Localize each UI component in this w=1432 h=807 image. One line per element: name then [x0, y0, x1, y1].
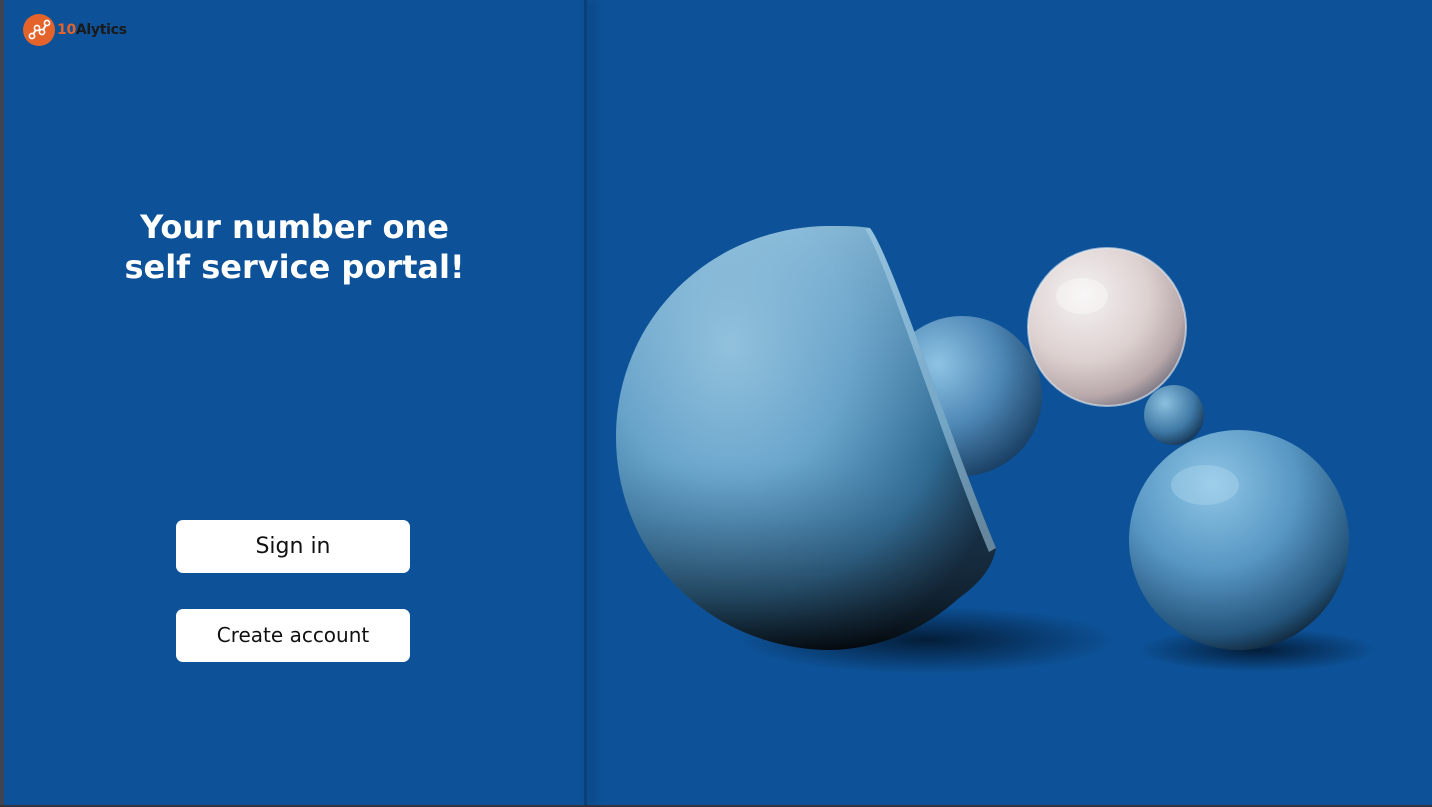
spheres-illustration: [616, 226, 1377, 674]
brand-logo[interactable]: 10Alytics: [23, 14, 127, 46]
headline-line-1: Your number one: [140, 208, 449, 246]
panel-divider: [584, 0, 587, 805]
create-account-button[interactable]: Create account: [176, 609, 410, 662]
logo-network-icon: [23, 14, 55, 46]
sign-in-button[interactable]: Sign in: [176, 520, 410, 573]
logo-name: Alytics: [75, 22, 127, 38]
logo-wordmark: 10Alytics: [57, 22, 127, 38]
right-panel: [587, 0, 1432, 805]
left-panel: 10Alytics Your number one self service p…: [4, 0, 585, 805]
app-window: 10Alytics Your number one self service p…: [0, 0, 1432, 807]
headline-line-2: self service portal!: [124, 248, 465, 286]
logo-number: 10: [57, 22, 76, 38]
page-headline: Your number one self service portal!: [4, 207, 585, 287]
